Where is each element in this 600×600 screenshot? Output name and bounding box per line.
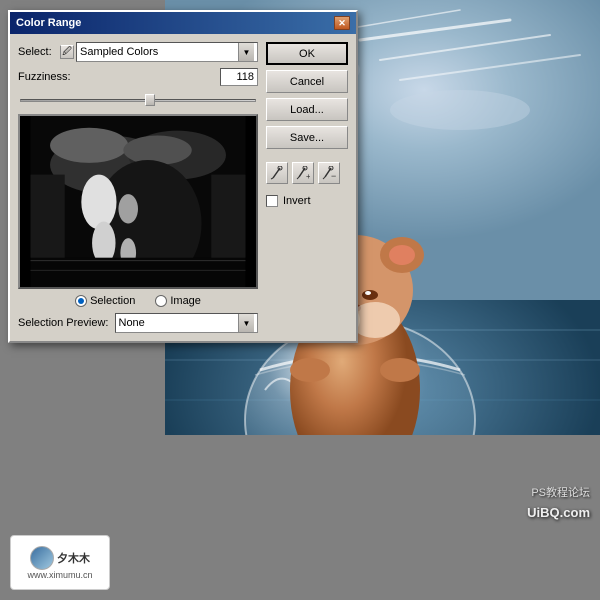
select-dropdown[interactable]: Sampled Colors ▼ xyxy=(76,42,258,62)
radio-image-label: Image xyxy=(170,295,201,307)
sel-preview-value: None xyxy=(119,317,239,329)
close-button[interactable]: ✕ xyxy=(334,16,350,30)
eyedropper-icon xyxy=(270,166,284,180)
sel-preview-label: Selection Preview: xyxy=(18,317,109,329)
radio-selection-circle[interactable] xyxy=(75,295,87,307)
eyedropper-subtract-icon: − xyxy=(322,166,336,180)
svg-text:+: + xyxy=(306,172,310,180)
invert-label: Invert xyxy=(283,195,311,207)
sel-preview-arrow[interactable]: ▼ xyxy=(238,314,254,332)
ps-badge: PS教程论坛 xyxy=(531,484,590,500)
sel-preview-dropdown[interactable]: None ▼ xyxy=(115,313,259,333)
cancel-button[interactable]: Cancel xyxy=(266,70,348,93)
svg-text:−: − xyxy=(331,171,336,180)
radio-row: Selection Image xyxy=(18,295,258,307)
select-arrow[interactable]: ▼ xyxy=(238,43,254,61)
radio-image[interactable]: Image xyxy=(155,295,201,307)
eyedroppers-row: + − xyxy=(266,162,348,184)
ok-button[interactable]: OK xyxy=(266,42,348,65)
dialog-main-panel: Select: 🖉 Sampled Colors ▼ Fuzziness: 11… xyxy=(10,34,266,341)
selection-preview-row: Selection Preview: None ▼ xyxy=(18,313,258,333)
fuzziness-row: Fuzziness: 118 xyxy=(18,68,258,86)
radio-selection-label: Selection xyxy=(90,295,135,307)
color-range-dialog: Color Range ✕ Select: 🖉 Sampled Colors ▼ xyxy=(8,10,358,343)
slider-track xyxy=(20,99,256,102)
eyedropper-subtract-tool[interactable]: − xyxy=(318,162,340,184)
dialog-right-panel: OK Cancel Load... Save... xyxy=(266,34,356,341)
eyedropper-add-icon: + xyxy=(296,166,310,180)
eyedropper-add-tool[interactable]: + xyxy=(292,162,314,184)
select-row: Select: 🖉 Sampled Colors ▼ xyxy=(18,42,258,62)
select-value: Sampled Colors xyxy=(80,46,238,58)
watermark-url: www.ximumu.cn xyxy=(27,570,92,580)
select-label: Select: xyxy=(18,46,60,58)
watermark: 夕木木 www.ximumu.cn xyxy=(10,535,110,590)
arrow-down-icon: ▼ xyxy=(243,48,251,57)
invert-row: Invert xyxy=(266,195,348,207)
uibq-badge: UiBQ.com xyxy=(527,505,590,520)
dialog-titlebar: Color Range ✕ xyxy=(10,12,356,34)
invert-checkbox[interactable] xyxy=(266,195,278,207)
eyedropper-icon: 🖉 xyxy=(62,44,72,60)
fuzziness-value[interactable]: 118 xyxy=(220,68,258,86)
preview-image xyxy=(20,116,256,287)
close-icon: ✕ xyxy=(338,18,346,29)
radio-selection[interactable]: Selection xyxy=(75,295,135,307)
fuzziness-slider[interactable] xyxy=(18,92,258,108)
preview-container xyxy=(18,114,258,289)
dialog-title: Color Range xyxy=(16,17,81,29)
watermark-logo xyxy=(30,546,54,570)
slider-thumb[interactable] xyxy=(145,94,155,106)
radio-image-circle[interactable] xyxy=(155,295,167,307)
load-button[interactable]: Load... xyxy=(266,98,348,121)
watermark-name: 夕木木 xyxy=(57,550,90,566)
eyedropper-button[interactable]: 🖉 xyxy=(60,45,74,59)
save-button[interactable]: Save... xyxy=(266,126,348,149)
dialog-content: Select: 🖉 Sampled Colors ▼ Fuzziness: 11… xyxy=(10,34,356,341)
fuzziness-label: Fuzziness: xyxy=(18,71,220,83)
eyedropper-sample-tool[interactable] xyxy=(266,162,288,184)
